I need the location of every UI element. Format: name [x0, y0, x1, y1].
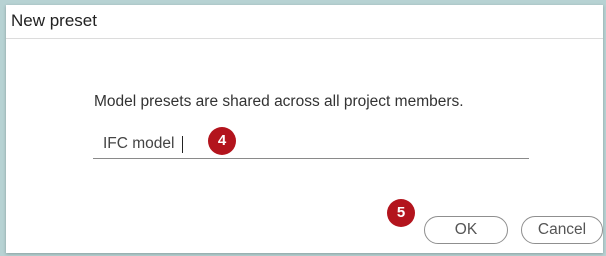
preset-name-input[interactable] — [93, 129, 529, 159]
annotation-badge-5: 5 — [387, 199, 415, 227]
dialog-message: Model presets are shared across all proj… — [94, 93, 464, 110]
dialog-titlebar: New preset — [6, 5, 603, 39]
annotation-badge-4: 4 — [208, 127, 236, 155]
ok-button[interactable]: OK — [424, 216, 508, 244]
cancel-button[interactable]: Cancel — [521, 216, 603, 244]
new-preset-dialog: New preset Model presets are shared acro… — [6, 5, 603, 253]
text-caret — [182, 136, 183, 153]
dialog-title: New preset — [11, 11, 97, 30]
